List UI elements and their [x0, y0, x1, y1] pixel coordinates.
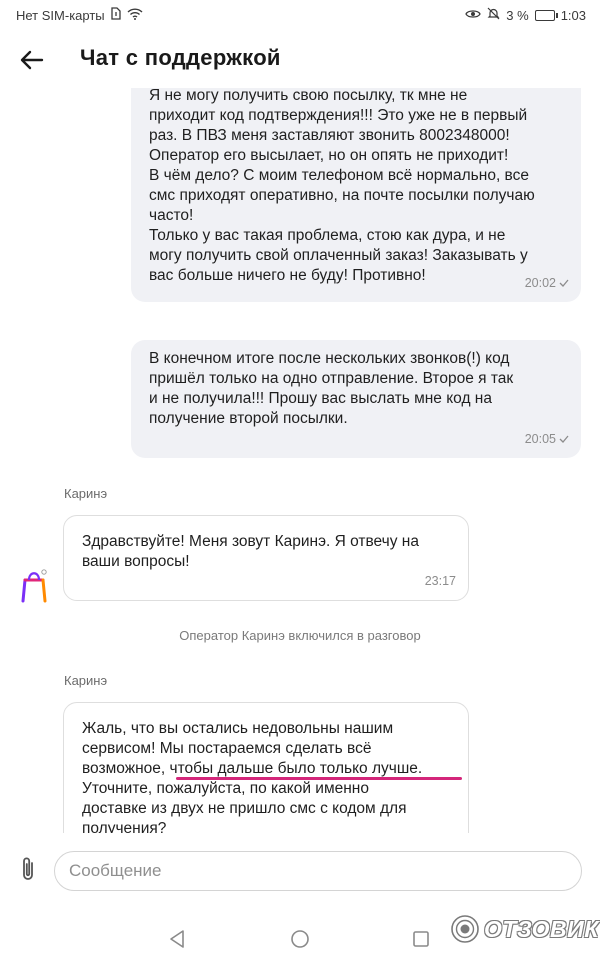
watermark-text: ОТЗОВИК	[484, 915, 599, 942]
status-left: Нет SIM-карты	[16, 7, 143, 23]
highlight-underline	[176, 777, 462, 780]
sender-name: Каринэ	[64, 673, 108, 688]
message-line: возможное, чтобы дальше было только лучш…	[82, 760, 423, 777]
chat-messages[interactable]: Я не могу получить свою посылку, тк мне …	[0, 88, 600, 833]
message-line: Я не могу получить свою посылку, тк мне …	[149, 88, 468, 104]
message-line: пришёл только на одно отправление. Второ…	[149, 370, 514, 387]
message-composer	[0, 833, 600, 911]
carrier-label: Нет SIM-карты	[16, 7, 105, 23]
sender-name: Каринэ	[64, 486, 108, 501]
sim-icon	[110, 7, 121, 23]
chat-header: Чат с поддержкой	[0, 30, 600, 88]
message-line: Уточните, пожалуйста, по какой именно	[82, 780, 369, 797]
message-line: доставке из двух не пришло смс с кодом д…	[82, 800, 407, 817]
message-line: приходит код подтверждения!!! Это уже не…	[149, 107, 528, 124]
message-line: смс приходят оперативно, на почте посылк…	[149, 187, 535, 204]
outgoing-message: Я не могу получить свою посылку, тк мне …	[131, 88, 581, 302]
status-bar: Нет SIM-карты 3 % 1:03	[0, 0, 600, 30]
triangle-back-icon	[170, 930, 184, 948]
operator-avatar	[20, 568, 48, 604]
message-line: получения?	[82, 820, 167, 833]
status-right: 3 % 1:03	[465, 7, 586, 23]
message-line: Здравствуйте! Меня зовут Каринэ. Я отвеч…	[82, 533, 419, 550]
arrow-left-icon	[20, 50, 44, 70]
message-line: часто!	[149, 207, 194, 224]
timestamp: 20:02	[524, 276, 556, 290]
message-line: вас больше ничего не буду! Противно!	[149, 267, 426, 284]
paperclip-icon	[23, 857, 33, 880]
message-time: 20:05	[525, 429, 569, 449]
square-recent-icon	[413, 931, 429, 947]
attach-button[interactable]	[14, 853, 42, 885]
message-line: получение второй посылки.	[149, 410, 348, 427]
outgoing-message: В конечном итоге после нескольких звонко…	[131, 340, 581, 458]
message-line: и не получила!!! Прошу вас выслать мне к…	[149, 390, 492, 407]
nav-home-button[interactable]	[290, 929, 310, 954]
incoming-message: Жаль, что вы остались недовольны нашим с…	[63, 702, 469, 833]
circle-home-icon	[291, 930, 309, 948]
eye-icon	[465, 8, 482, 23]
battery-percent: 3 %	[506, 7, 529, 23]
check-icon	[559, 435, 569, 443]
message-time: 20:02	[525, 273, 569, 293]
message-line: Жаль, что вы остались недовольны нашим	[82, 720, 394, 737]
system-message: Оператор Каринэ включился в разговор	[179, 628, 421, 643]
message-line: В чём дело? С моим телефоном всё нормаль…	[149, 167, 529, 184]
clock: 1:03	[560, 7, 586, 23]
message-line: В конечном итоге после нескольких звонко…	[149, 350, 510, 367]
mute-bell-icon	[487, 7, 500, 23]
wifi-icon	[127, 7, 143, 23]
nav-recent-button[interactable]	[412, 930, 430, 953]
message-input[interactable]	[54, 851, 582, 891]
page-title: Чат с поддержкой	[80, 45, 281, 70]
message-line: Оператор его высылает, но он опять не пр…	[149, 147, 509, 164]
message-line: сервисом! Мы постараемся сделать всё	[82, 740, 372, 757]
battery-icon	[534, 9, 558, 21]
message-line: могу получить свой оплаченный заказ! Зак…	[149, 247, 528, 264]
shopping-bag-logo-icon	[21, 569, 47, 603]
watermark: ОТЗОВИК	[450, 914, 599, 944]
check-icon	[559, 279, 569, 287]
incoming-message: Здравствуйте! Меня зовут Каринэ. Я отвеч…	[63, 515, 469, 601]
timestamp: 20:05	[524, 432, 556, 446]
timestamp: 23:17	[424, 574, 456, 588]
message-line: Только у вас такая проблема, стою как ду…	[149, 227, 506, 244]
nav-back-button[interactable]	[168, 929, 186, 954]
otzovik-logo-icon	[451, 915, 479, 943]
back-button[interactable]	[14, 42, 50, 78]
message-line: ваши вопросы!	[82, 553, 190, 570]
message-line: раз. В ПВЗ меня заставляют звонить 80023…	[149, 127, 510, 144]
